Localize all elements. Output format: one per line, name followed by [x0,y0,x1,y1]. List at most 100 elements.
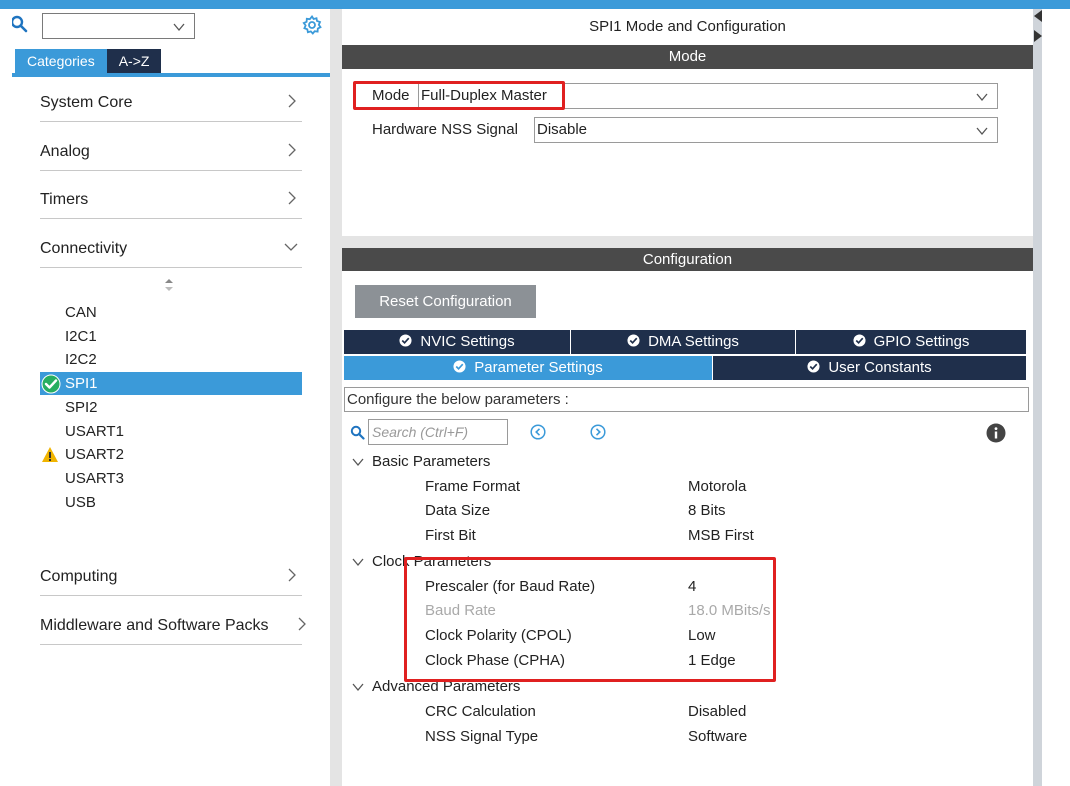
category-label: Timers [40,191,89,208]
check-circle-icon [853,334,866,347]
category-tab-strip: Categories A->Z [15,49,162,73]
param-name: Data Size [425,502,491,519]
scrollbar[interactable] [1033,9,1042,786]
param-value: 8 Bits [688,502,726,519]
category-tab-underline [12,73,330,77]
config-tabs: NVIC Settings DMA Settings GPIO Settings… [344,330,1026,382]
category-connectivity[interactable]: Connectivity [40,234,302,268]
info-icon[interactable] [986,423,1006,443]
sort-icon[interactable] [164,278,174,292]
tab-label: GPIO Settings [873,333,970,350]
param-row[interactable]: CRC Calculation Disabled [425,701,1025,723]
peripheral-i2c2[interactable]: I2C2 [40,348,302,371]
tab-categories[interactable]: Categories [15,49,107,73]
search-icon [350,425,365,440]
category-label: Middleware and Software Packs [40,617,269,634]
peripheral-name: USART2 [65,446,124,463]
peripheral-name: I2C2 [65,351,97,368]
peripheral-name: SPI1 [65,375,98,392]
panel-splitter[interactable] [330,9,342,786]
chevron-right-icon [298,617,306,631]
category-computing[interactable]: Computing [40,562,302,596]
tab-nvic-settings[interactable]: NVIC Settings [344,330,570,354]
param-name: CRC Calculation [425,703,536,720]
left-edge [0,9,12,786]
peripheral-usart3[interactable]: USART3 [40,467,302,490]
param-name: First Bit [425,527,476,544]
category-middleware[interactable]: Middleware and Software Packs [40,611,306,645]
chevron-right-icon [288,191,296,205]
configuration-section-header: Configuration [342,248,1033,271]
tab-gpio-settings[interactable]: GPIO Settings [796,330,1026,354]
chevron-right-icon [288,94,296,108]
highlight-box-mode [353,81,565,110]
page-title: SPI1 Mode and Configuration [589,18,786,35]
chevron-down-icon [352,458,364,467]
peripheral-spi1[interactable]: SPI1 [40,372,302,395]
collapse-right-icon[interactable] [1034,30,1042,42]
peripheral-name: USART1 [65,423,124,440]
nss-field-row: Hardware NSS Signal Disable [372,117,998,143]
check-circle-icon [453,360,466,373]
sidebar-search-combo[interactable] [42,13,195,39]
tab-label: User Constants [828,359,932,376]
gear-icon[interactable] [302,15,322,35]
chevron-right-icon [288,143,296,157]
collapse-left-icon[interactable] [1034,10,1042,22]
param-value: Motorola [688,478,747,495]
param-row[interactable]: First Bit MSB First [425,525,1025,547]
peripheral-usart2[interactable]: USART2 [40,443,302,466]
tab-label: Parameter Settings [474,359,603,376]
tab-parameter-settings[interactable]: Parameter Settings [344,356,712,380]
category-label: System Core [40,94,133,111]
param-value: Disabled [688,703,747,720]
previous-result-icon[interactable] [530,424,546,440]
tab-dma-settings[interactable]: DMA Settings [571,330,795,354]
chevron-down-icon [976,93,988,102]
peripheral-spi2[interactable]: SPI2 [40,396,302,419]
category-label: Computing [40,568,118,585]
peripheral-name: USART3 [65,470,124,487]
sidebar-search-row [0,9,332,49]
check-circle-icon [399,334,412,347]
peripheral-name: CAN [65,304,97,321]
category-label: Analog [40,143,90,160]
category-system-core[interactable]: System Core [40,88,302,122]
param-name: Frame Format [425,478,521,495]
category-timers[interactable]: Timers [40,185,302,219]
check-circle-icon [627,334,640,347]
param-row[interactable]: Frame Format Motorola [425,476,1025,498]
tab-label: DMA Settings [648,333,739,350]
param-row[interactable]: Data Size 8 Bits [425,500,1025,522]
top-accent-bar [0,0,1070,9]
chevron-right-icon [288,568,296,582]
nss-select[interactable]: Disable [534,117,998,143]
search-icon[interactable] [10,15,28,33]
param-name: NSS Signal Type [425,728,539,745]
chevron-down-icon [352,558,364,567]
tab-user-constants[interactable]: User Constants [713,356,1026,380]
category-label: Connectivity [40,240,128,257]
tab-a-to-z[interactable]: A->Z [106,49,162,73]
check-circle-icon [807,360,820,373]
reset-configuration-button[interactable]: Reset Configuration [355,285,536,318]
chevron-down-icon [284,243,298,251]
chevron-down-icon[interactable] [172,20,186,34]
next-result-icon[interactable] [590,424,606,440]
param-value: Software [688,728,748,745]
warning-icon [42,447,58,462]
peripheral-can[interactable]: CAN [40,301,302,324]
peripheral-name: I2C1 [65,328,97,345]
configure-note: Configure the below parameters : [344,387,1029,412]
peripheral-usb[interactable]: USB [40,491,302,514]
peripheral-name: SPI2 [65,399,98,416]
category-analog[interactable]: Analog [40,137,302,171]
peripheral-usart1[interactable]: USART1 [40,420,302,443]
parameter-search-input[interactable]: Search (Ctrl+F) [368,419,508,445]
chevron-down-icon [976,127,988,136]
chevron-down-icon [352,683,364,692]
nss-value: Disable [537,121,588,138]
param-row[interactable]: NSS Signal Type Software [425,726,1025,748]
mode-section-header: Mode [342,45,1033,69]
peripheral-i2c1[interactable]: I2C1 [40,325,302,348]
